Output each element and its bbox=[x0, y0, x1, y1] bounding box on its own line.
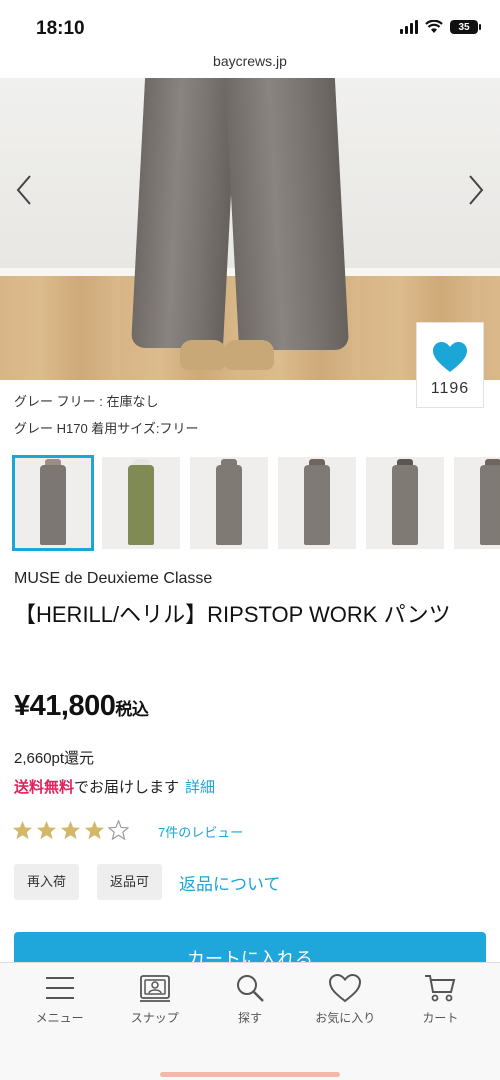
chevron-left-icon[interactable] bbox=[10, 170, 40, 210]
star-filled-icon bbox=[12, 820, 33, 840]
shipping-info: 送料無料でお届けします 詳細 bbox=[14, 776, 215, 797]
price-value: ¥41,800 bbox=[14, 690, 116, 722]
shipping-detail-link[interactable]: 詳細 bbox=[185, 779, 215, 796]
pants-leg-left bbox=[130, 78, 238, 348]
clock: 18:10 bbox=[36, 18, 85, 39]
product-title: 【HERILL/ヘリル】RIPSTOP WORK パンツ bbox=[14, 602, 451, 627]
tab-cart[interactable]: カート bbox=[393, 963, 488, 1080]
tax-label: 税込 bbox=[115, 700, 149, 719]
free-shipping-label: 送料無料 bbox=[14, 779, 75, 796]
model-size-info: グレー H170 着用サイズ:フリー bbox=[14, 421, 199, 436]
status-bar: 18:10 35 bbox=[0, 0, 500, 48]
chevron-right-icon[interactable] bbox=[460, 170, 490, 210]
star-empty-icon bbox=[108, 820, 129, 840]
thumbnail-1[interactable] bbox=[12, 455, 94, 551]
tab-menu[interactable]: メニュー bbox=[12, 963, 107, 1080]
tab-menu-label: メニュー bbox=[35, 1011, 84, 1025]
thumbnail-6[interactable] bbox=[454, 457, 500, 549]
rating-stars bbox=[12, 820, 129, 840]
thumbnail-3[interactable] bbox=[190, 457, 268, 549]
star-filled-icon bbox=[84, 820, 105, 840]
tab-search[interactable]: 探す bbox=[202, 963, 297, 1080]
thumbnail-strip bbox=[12, 455, 500, 551]
tab-snap-label: スナップ bbox=[130, 1011, 179, 1025]
tab-search-label: 探す bbox=[238, 1011, 263, 1025]
sandal-right bbox=[224, 340, 274, 370]
heart-filled-icon bbox=[433, 342, 467, 372]
wifi-icon bbox=[425, 20, 443, 33]
tab-snap[interactable]: スナップ bbox=[107, 963, 202, 1080]
points-info: 2,660pt還元 bbox=[14, 750, 95, 767]
thumbnail-2[interactable] bbox=[102, 457, 180, 549]
search-icon bbox=[237, 975, 264, 1002]
tab-cart-label: カート bbox=[422, 1011, 459, 1025]
returns-policy-link[interactable]: 返品について bbox=[179, 870, 281, 895]
brand-name[interactable]: MUSE de Deuxieme Classe bbox=[14, 570, 212, 588]
signal-icon bbox=[400, 20, 418, 34]
thumbnail-5[interactable] bbox=[366, 457, 444, 549]
thumbnail-4[interactable] bbox=[278, 457, 356, 549]
sandal-left bbox=[180, 340, 226, 370]
color-stock-info: グレー フリー : 在庫なし bbox=[14, 394, 159, 409]
cart-icon bbox=[425, 975, 456, 1002]
tab-favorites[interactable]: お気に入り bbox=[298, 963, 393, 1080]
snap-icon bbox=[139, 975, 170, 1002]
restock-tag: 再入荷 bbox=[14, 864, 80, 900]
price: ¥41,800税込 bbox=[14, 690, 149, 723]
favorite-count: 1196 bbox=[430, 380, 470, 397]
bottom-tab-bar: メニュー スナップ 探す お気に入り カート bbox=[0, 962, 500, 1080]
battery-icon: 35 bbox=[450, 20, 481, 34]
star-filled-icon bbox=[36, 820, 57, 840]
pants-leg-right bbox=[224, 78, 350, 350]
review-link[interactable]: 7件のレビュー bbox=[158, 822, 243, 841]
tab-favorites-label: お気に入り bbox=[315, 1011, 376, 1025]
heart-icon bbox=[329, 973, 362, 1003]
url-bar[interactable]: baycrews.jp bbox=[0, 48, 500, 78]
star-filled-icon bbox=[60, 820, 81, 840]
home-indicator bbox=[160, 1072, 340, 1077]
favorite-button[interactable]: 1196 bbox=[416, 322, 484, 408]
shipping-text: でお届けします bbox=[74, 779, 180, 796]
menu-icon bbox=[45, 977, 74, 999]
returnable-tag: 返品可 bbox=[97, 864, 163, 900]
status-icons: 35 bbox=[400, 20, 481, 34]
